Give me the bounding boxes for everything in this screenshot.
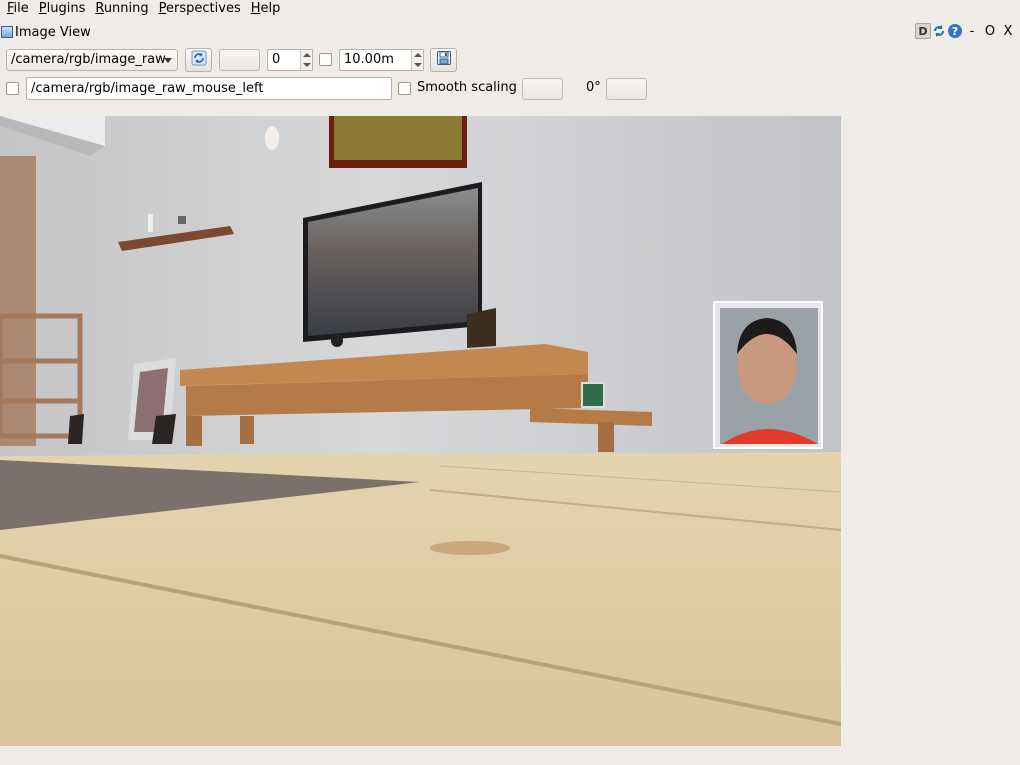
smooth-scaling-checkbox[interactable]: [398, 82, 411, 95]
max-range-spin-arrows[interactable]: [411, 50, 423, 70]
chevron-down-icon: [164, 58, 172, 63]
rotate-right-button[interactable]: [606, 78, 647, 100]
plugin-title-bar: Image View D ? - O X: [0, 22, 1020, 42]
rotation-label: 0°: [586, 80, 601, 95]
publish-topic-value: /camera/rgb/image_raw_mouse_left: [31, 81, 264, 96]
dock-config-button[interactable]: D: [915, 23, 931, 39]
menu-perspectives[interactable]: Perspectives: [154, 0, 246, 18]
spin-arrows[interactable]: [300, 50, 312, 70]
menu-file[interactable]: File: [2, 0, 34, 18]
camera-image-view[interactable]: [0, 116, 841, 746]
menu-running-accel: R: [95, 1, 104, 16]
plugin-title: Image View: [15, 24, 91, 40]
minimize-button[interactable]: -: [964, 24, 980, 39]
menu-plugins-label: lugins: [46, 1, 86, 16]
topic-combobox[interactable]: /camera/rgb/image_raw: [6, 49, 178, 71]
smooth-scaling-label: Smooth scaling: [417, 80, 517, 95]
refresh-topics-button[interactable]: [185, 48, 212, 72]
help-button[interactable]: ?: [948, 24, 962, 38]
reload-icon[interactable]: [931, 23, 947, 39]
title-controls: D ? - O X: [915, 23, 1016, 39]
num-gridlines-spinbox[interactable]: 0: [267, 49, 313, 71]
topic-combobox-value: /camera/rgb/image_raw: [11, 52, 166, 67]
toolbar-row-1: /camera/rgb/image_raw 0 10.00m: [0, 48, 1020, 72]
image-view-icon: [1, 26, 13, 38]
max-range-value: 10.00m: [344, 52, 394, 67]
camera-image: [0, 116, 841, 746]
toolbar-row-2: /camera/rgb/image_raw_mouse_left Smooth …: [0, 77, 1020, 101]
menu-perspectives-accel: P: [158, 1, 167, 16]
zoom-fit-button[interactable]: [219, 49, 260, 71]
menu-plugins-accel: P: [38, 1, 47, 16]
menu-help[interactable]: Help: [246, 0, 286, 18]
float-button[interactable]: O: [982, 24, 998, 39]
menu-plugins[interactable]: Plugins: [34, 0, 91, 18]
save-image-icon: [436, 50, 452, 70]
menu-help-accel: H: [250, 1, 261, 16]
num-gridlines-value: 0: [272, 52, 281, 67]
menu-running-label: unning: [103, 1, 149, 16]
max-range-checkbox[interactable]: [319, 53, 332, 66]
menu-perspectives-label: erspectives: [166, 1, 241, 16]
close-button[interactable]: X: [1000, 24, 1016, 39]
max-range-spinbox[interactable]: 10.00m: [339, 49, 424, 71]
save-image-button[interactable]: [430, 48, 457, 72]
refresh-icon: [191, 50, 207, 70]
publish-click-checkbox[interactable]: [6, 82, 19, 95]
rotate-left-button[interactable]: [522, 78, 563, 100]
menu-file-label: ile: [13, 1, 29, 16]
menu-running[interactable]: Running: [90, 0, 153, 18]
menu-bar: File Plugins Running Perspectives Help: [0, 0, 1020, 18]
publish-topic-input[interactable]: /camera/rgb/image_raw_mouse_left: [26, 77, 392, 100]
menu-help-label: elp: [260, 1, 281, 16]
